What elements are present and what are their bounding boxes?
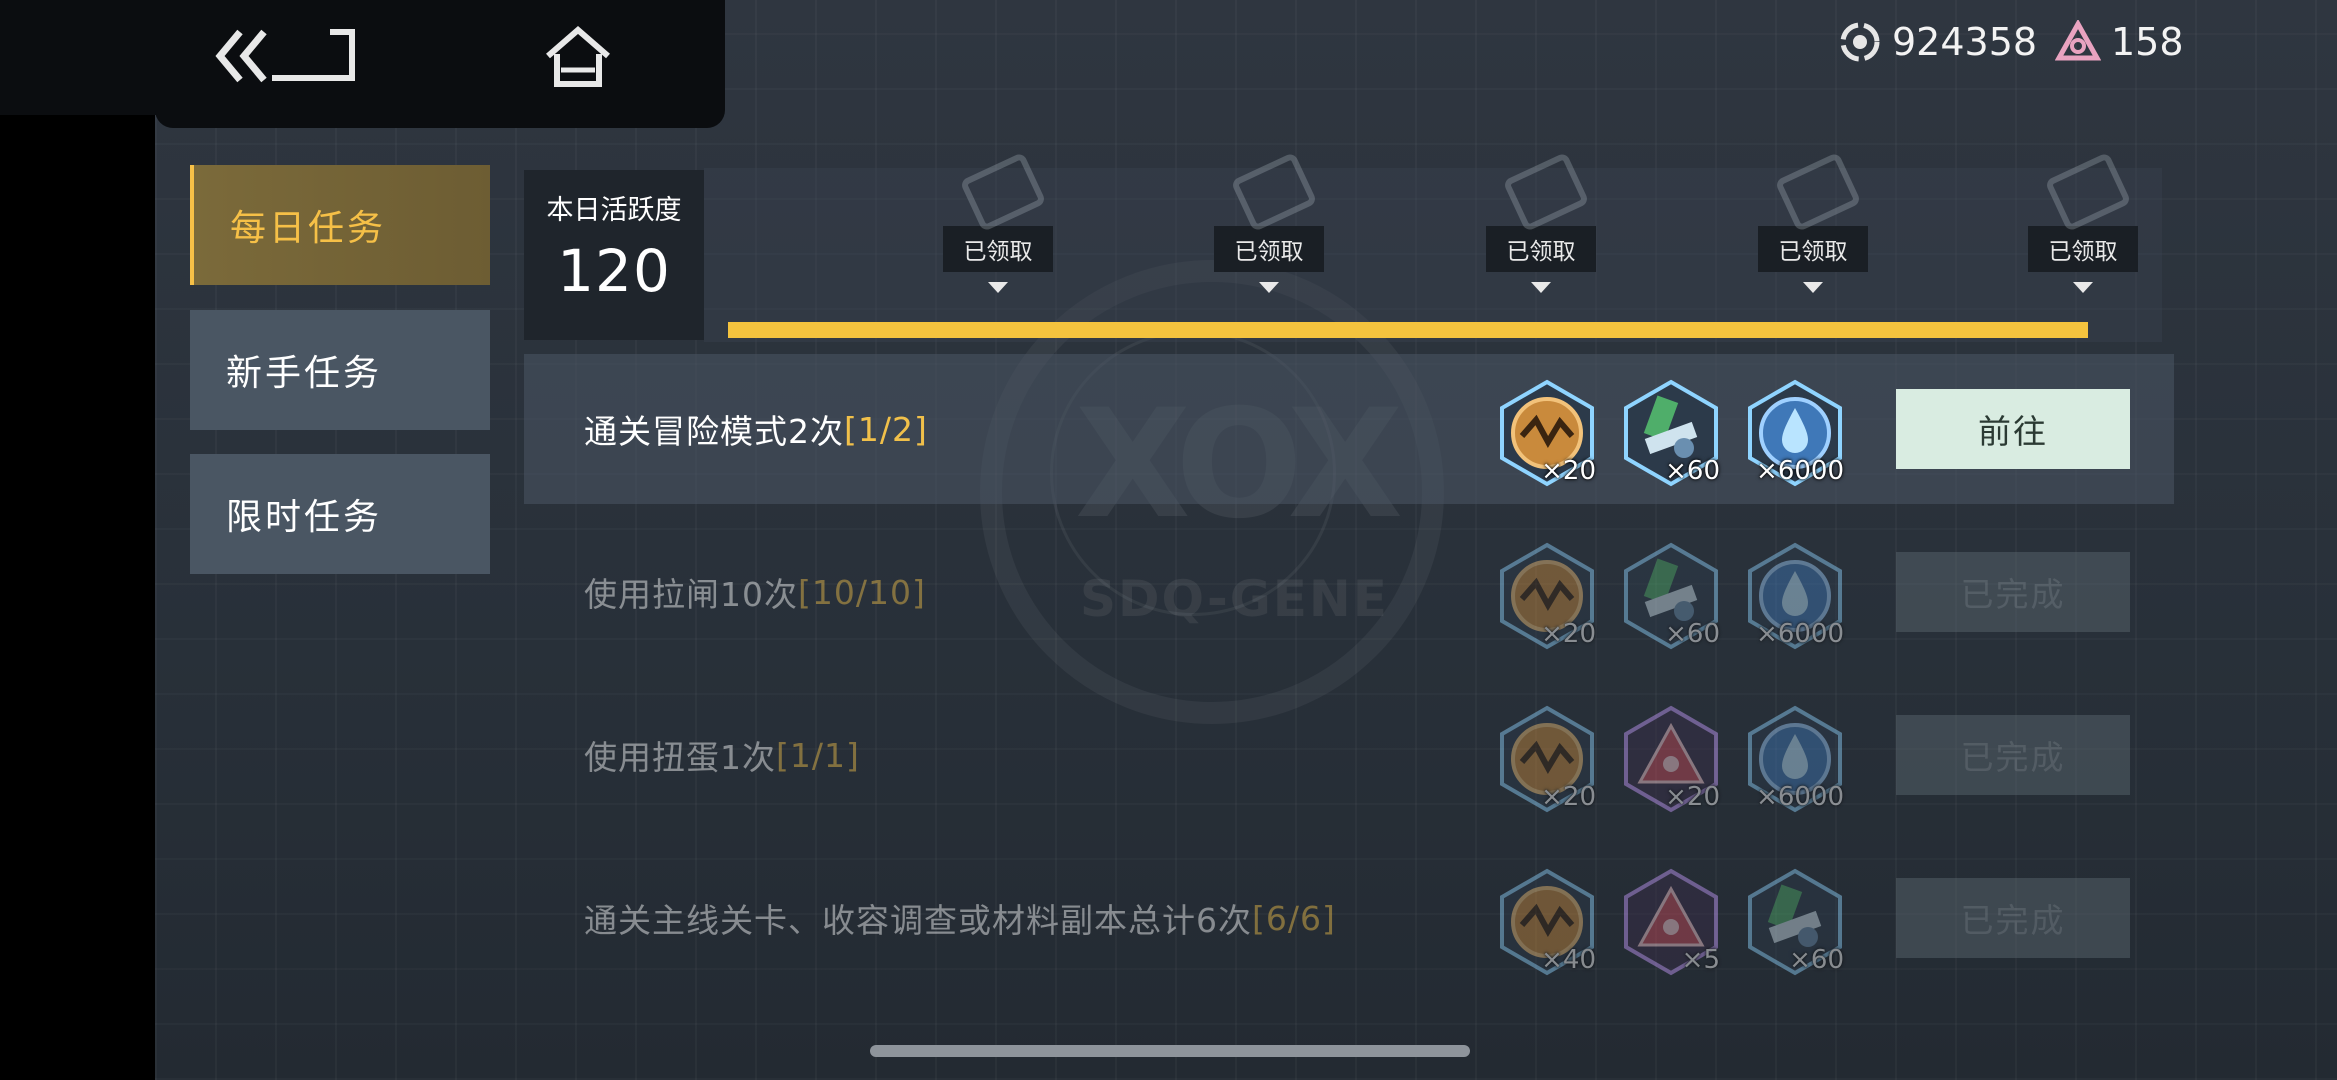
reward-item[interactable]: ×5 — [1616, 867, 1726, 977]
triangle-down-icon — [1259, 282, 1279, 293]
activity-progress-bar — [728, 322, 2088, 338]
home-icon — [546, 26, 610, 87]
reward-item[interactable]: ×6000 — [1740, 541, 1850, 651]
reward-count: ×6000 — [1756, 619, 1844, 649]
triangle-down-icon — [988, 282, 1008, 293]
back-button[interactable] — [212, 26, 362, 86]
currency-a-value: 924358 — [1892, 20, 2038, 64]
milestone-2[interactable]: 已领取 — [1214, 151, 1324, 293]
reward-count: ×5 — [1681, 945, 1720, 975]
milestone-status: 已领取 — [943, 226, 1053, 272]
top-nav-bar-tail — [155, 88, 725, 128]
reward-item[interactable]: ×60 — [1616, 378, 1726, 488]
reward-item[interactable]: ×60 — [1616, 541, 1726, 651]
milestone-1[interactable]: 已领取 — [943, 151, 1053, 293]
milestone-status: 已领取 — [1214, 226, 1324, 272]
task-title: 使用扭蛋1次 [1/1] — [584, 680, 860, 830]
tab-newbie-tasks[interactable]: 新手任务 — [190, 310, 490, 430]
task-title: 通关冒险模式2次 [1/2] — [584, 354, 928, 504]
reward-count: ×40 — [1541, 945, 1596, 975]
currency-b-value: 158 — [2111, 20, 2184, 64]
task-progress: [6/6] — [1252, 898, 1336, 938]
eye-coin-icon — [1840, 22, 1880, 62]
milestone-4[interactable]: 已领取 — [1758, 151, 1868, 293]
reward-count: ×60 — [1665, 456, 1720, 486]
milestone-status: 已领取 — [1486, 226, 1596, 272]
double-chevron-back-icon — [215, 29, 355, 83]
milestone-status: 已领取 — [1758, 226, 1868, 272]
task-progress: [1/1] — [776, 735, 860, 775]
milestone-5[interactable]: 已领取 — [2028, 151, 2138, 293]
reward-count: ×60 — [1665, 619, 1720, 649]
tab-label: 每日任务 — [230, 208, 387, 249]
reward-item[interactable]: ×20 — [1492, 378, 1602, 488]
completed-button: 已完成 — [1896, 878, 2130, 958]
task-name: 使用扭蛋1次 — [584, 738, 776, 777]
completed-button: 已完成 — [1896, 552, 2130, 632]
task-name: 使用拉闸10次 — [584, 575, 798, 614]
reward-count: ×20 — [1541, 619, 1596, 649]
milestone-status: 已领取 — [2028, 226, 2138, 272]
triangle-gem-icon — [2055, 20, 2101, 61]
reward-count: ×6000 — [1756, 456, 1844, 486]
reward-item[interactable]: ×20 — [1492, 704, 1602, 814]
currency-a: 924358 — [1838, 16, 2037, 68]
go-button[interactable]: 前往 — [1896, 389, 2130, 469]
reward-count: ×6000 — [1756, 782, 1844, 812]
activity-box: 本日活跃度 120 — [524, 170, 704, 340]
reward-count: ×20 — [1541, 456, 1596, 486]
completed-button: 已完成 — [1896, 715, 2130, 795]
tab-daily-tasks[interactable]: 每日任务 — [190, 165, 490, 285]
triangle-down-icon — [2073, 282, 2093, 293]
task-row: 使用拉闸10次 [10/10] ×20 ×60 ×6000 已完成 — [524, 517, 2174, 667]
task-name: 通关主线关卡、收容调查或材料副本总计6次 — [584, 901, 1252, 940]
milestone-3[interactable]: 已领取 — [1486, 151, 1596, 293]
activity-value: 120 — [557, 237, 671, 305]
reward-item[interactable]: ×20 — [1616, 704, 1726, 814]
tab-limited-tasks[interactable]: 限时任务 — [190, 454, 490, 574]
horizontal-scrollbar[interactable] — [870, 1045, 1470, 1057]
tab-label: 限时任务 — [226, 497, 383, 538]
activity-label: 本日活跃度 — [546, 195, 682, 226]
reward-count: ×20 — [1665, 782, 1720, 812]
currency-b: 158 — [2055, 16, 2184, 68]
triangle-down-icon — [1803, 282, 1823, 293]
activity-progress-panel — [704, 168, 2162, 342]
reward-count: ×20 — [1541, 782, 1596, 812]
task-title: 使用拉闸10次 [10/10] — [584, 517, 926, 667]
reward-item[interactable]: ×40 — [1492, 867, 1602, 977]
task-row: 通关冒险模式2次 [1/2] ×20 ×60 ×6000 前往 — [524, 354, 2174, 504]
reward-item[interactable]: ×6000 — [1740, 704, 1850, 814]
reward-item[interactable]: ×6000 — [1740, 378, 1850, 488]
task-progress: [1/2] — [844, 409, 928, 449]
reward-item[interactable]: ×60 — [1740, 867, 1850, 977]
home-button[interactable] — [543, 24, 613, 89]
task-row: 通关主线关卡、收容调查或材料副本总计6次 [6/6] ×40 ×5 ×60 已完成 — [524, 843, 2174, 993]
tab-label: 新手任务 — [226, 353, 383, 394]
task-row: 使用扭蛋1次 [1/1] ×20 ×20 ×6000 已完成 — [524, 680, 2174, 830]
task-progress: [10/10] — [798, 572, 926, 612]
task-name: 通关冒险模式2次 — [584, 412, 844, 451]
reward-count: ×60 — [1789, 945, 1844, 975]
task-title: 通关主线关卡、收容调查或材料副本总计6次 [6/6] — [584, 843, 1336, 993]
triangle-down-icon — [1531, 282, 1551, 293]
reward-item[interactable]: ×20 — [1492, 541, 1602, 651]
